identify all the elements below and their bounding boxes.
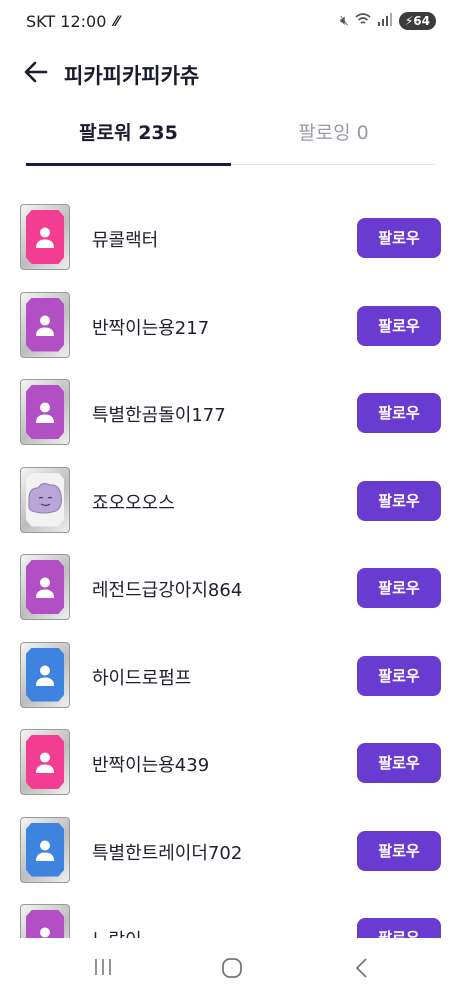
avatar-frame — [26, 297, 64, 352]
follower-name: 하이드로펌프 — [92, 667, 192, 689]
recent-apps-button[interactable] — [92, 956, 114, 982]
avatar-frame — [26, 735, 64, 789]
follower-name: 특별한트레이더702 — [92, 842, 243, 864]
list-item[interactable]: 반짝이는용217 팔로우 — [0, 286, 462, 373]
status-left: SKT 12:00 ⁄⁄ — [26, 12, 119, 31]
avatar[interactable] — [20, 816, 70, 883]
list-item[interactable]: 레전드급강아지864 팔로우 — [0, 548, 462, 635]
follow-button[interactable]: 팔로우 — [357, 655, 441, 696]
home-button[interactable] — [220, 956, 244, 984]
chevron-left-icon — [355, 958, 367, 978]
person-icon — [36, 227, 54, 248]
tab-following[interactable]: 팔로잉 0 — [231, 110, 436, 162]
list-item[interactable]: 노랑이 팔로우 — [0, 898, 462, 938]
follower-list[interactable]: 뮤콜랙터 팔로우 반짝이는용217 팔로우 특별한곰돌이177 팔로우 죠오오오스 팔로우 레전… — [0, 198, 462, 938]
avatar-frame — [26, 210, 64, 264]
status-right: 🔇︎ ⚡64 — [340, 12, 436, 30]
follow-button[interactable]: 팔로우 — [357, 918, 441, 938]
avatar[interactable] — [20, 554, 70, 620]
avatar-frame — [26, 385, 64, 439]
follow-button[interactable]: 팔로우 — [357, 393, 441, 433]
follow-button[interactable]: 팔로우 — [357, 568, 441, 608]
notification-icon: ⁄⁄ — [114, 13, 120, 30]
follower-name: 반짝이는용439 — [92, 755, 210, 776]
avatar-frame — [26, 910, 64, 938]
follow-button[interactable]: 팔로우 — [357, 218, 441, 258]
follow-button[interactable]: 팔로우 — [357, 743, 441, 783]
header: 피카피카피카츄 — [0, 54, 462, 94]
avatar-frame — [26, 560, 64, 614]
person-icon — [36, 752, 54, 773]
follower-name: 특별한곰돌이177 — [92, 405, 226, 426]
follower-name: 뮤콜랙터 — [92, 230, 159, 251]
status-bar: SKT 12:00 ⁄⁄ 🔇︎ ⚡64 — [0, 0, 462, 44]
avatar[interactable] — [20, 379, 70, 445]
avatar[interactable] — [20, 904, 70, 938]
list-item[interactable]: 뮤콜랙터 팔로우 — [0, 198, 462, 285]
carrier-time: SKT 12:00 — [26, 12, 107, 31]
avatar[interactable] — [20, 204, 70, 270]
follower-name: 노랑이 — [92, 926, 142, 938]
avatar-frame — [26, 647, 64, 702]
wifi-icon — [355, 12, 371, 30]
list-item[interactable]: 하이드로펌프 팔로우 — [0, 636, 462, 723]
back-button[interactable] — [22, 58, 54, 90]
person-icon — [36, 402, 54, 423]
person-icon — [36, 665, 54, 686]
person-icon — [36, 577, 54, 598]
follow-button[interactable]: 팔로우 — [357, 480, 441, 521]
list-item[interactable]: 특별한트레이더702 팔로우 — [0, 811, 462, 898]
tab-followers[interactable]: 팔로워 235 — [26, 110, 231, 162]
follower-name: 레전드급강아지864 — [92, 580, 243, 601]
ditto-icon — [28, 482, 62, 513]
list-item[interactable]: 죠오오오스 팔로우 — [0, 461, 462, 548]
person-icon — [36, 840, 54, 861]
page-title: 피카피카피카츄 — [64, 64, 200, 88]
home-icon — [222, 958, 242, 978]
recent-apps-icon — [95, 959, 111, 975]
person-icon — [36, 315, 54, 336]
signal-icon — [377, 12, 393, 30]
active-tab-indicator — [26, 163, 231, 166]
system-back-button[interactable] — [352, 956, 372, 984]
follower-name: 죠오오오스 — [92, 492, 175, 514]
avatar[interactable] — [20, 291, 70, 358]
follow-button[interactable]: 팔로우 — [357, 830, 441, 871]
person-icon — [40, 927, 50, 938]
battery-indicator: ⚡64 — [398, 12, 436, 30]
follow-button[interactable]: 팔로우 — [357, 305, 441, 346]
avatar[interactable] — [20, 729, 70, 795]
list-item[interactable]: 반짝이는용439 팔로우 — [0, 723, 462, 810]
list-item[interactable]: 특별한곰돌이177 팔로우 — [0, 373, 462, 460]
avatar-frame — [26, 822, 64, 877]
arrow-left-icon — [24, 61, 48, 83]
avatar[interactable] — [20, 641, 70, 708]
avatar[interactable] — [20, 466, 70, 533]
mute-icon: 🔇︎ — [340, 13, 349, 29]
avatar-frame — [26, 472, 64, 527]
follower-name: 반짝이는용217 — [92, 317, 210, 339]
tab-bar: 팔로워 235 팔로잉 0 — [26, 110, 436, 166]
system-nav-bar — [0, 938, 462, 1000]
battery-level: 64 — [413, 14, 430, 28]
